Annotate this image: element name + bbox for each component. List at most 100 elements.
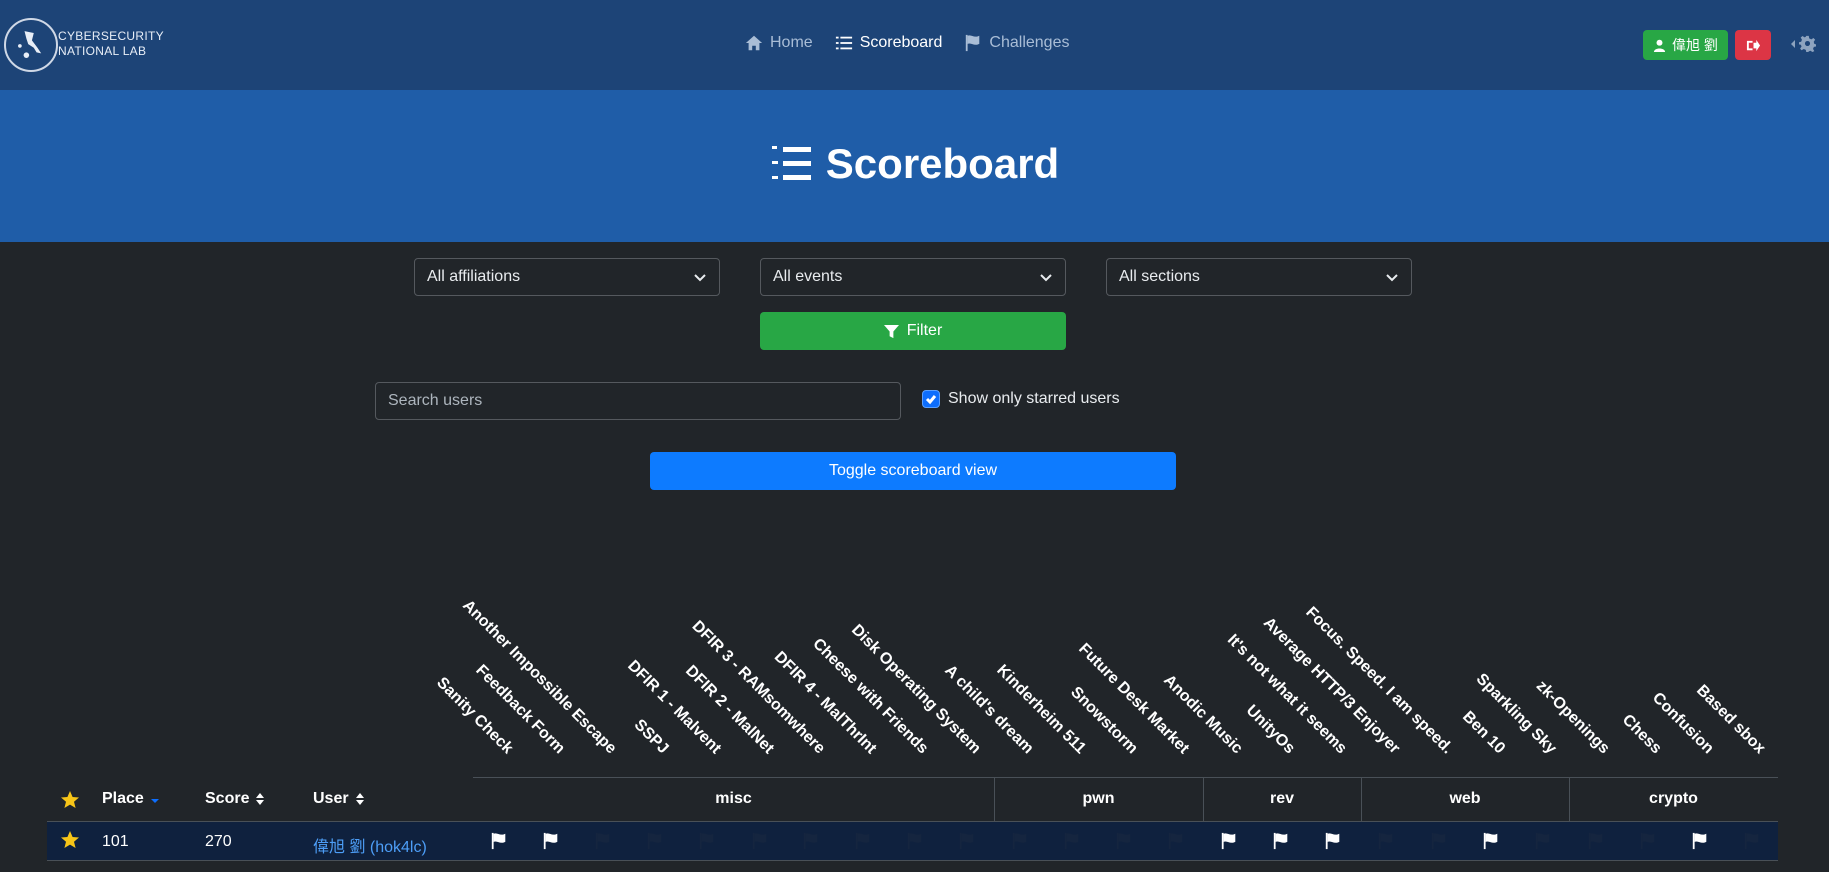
nav-home[interactable]: Home xyxy=(745,34,813,52)
place-header-label: Place xyxy=(102,790,144,807)
solved-flag-icon xyxy=(1691,832,1709,850)
unsolved-flag-icon xyxy=(958,832,976,850)
page-title: Scoreboard xyxy=(0,140,1829,188)
hero-banner: Scoreboard xyxy=(0,90,1829,242)
unsolved-flag-icon xyxy=(1430,832,1448,850)
category-crypto: crypto xyxy=(1649,790,1698,807)
unsolved-flag-icon xyxy=(1011,832,1029,850)
unsolved-flag-icon xyxy=(1587,832,1605,850)
nav-home-label: Home xyxy=(770,34,813,51)
challenge-header: SSPJ xyxy=(630,716,672,758)
check-icon xyxy=(925,395,937,405)
sort-icon xyxy=(256,793,265,805)
user-profile-button[interactable]: 偉旭 劉 xyxy=(1643,30,1728,60)
challenge-header: A child's dream xyxy=(941,661,1037,758)
settings-toggle[interactable] xyxy=(1790,35,1816,52)
search-users-input[interactable] xyxy=(375,382,901,420)
user-icon xyxy=(1653,39,1666,52)
page-title-text: Scoreboard xyxy=(825,140,1060,187)
lab-logo[interactable] xyxy=(4,18,58,72)
navbar: CYBERSECURITY NATIONAL LAB Home Scoreboa… xyxy=(0,0,1829,90)
sections-value: All sections xyxy=(1119,268,1200,285)
star-toggle-icon[interactable] xyxy=(60,830,80,850)
solved-flag-icon xyxy=(1324,832,1342,850)
star-header-icon xyxy=(60,790,80,810)
category-misc: misc xyxy=(715,790,752,807)
sign-out-icon xyxy=(1746,39,1760,51)
toggle-view-label: Toggle scoreboard view xyxy=(828,462,998,479)
main-nav: Home Scoreboard Challenges xyxy=(745,34,1069,52)
score-header[interactable]: Score xyxy=(205,790,265,808)
row-place: 101 xyxy=(102,833,129,850)
flag-icon xyxy=(966,34,980,52)
italy-map-icon xyxy=(18,31,42,58)
chevron-down-icon xyxy=(1040,274,1052,282)
home-icon xyxy=(745,35,763,51)
toggle-view-button[interactable]: Toggle scoreboard view xyxy=(650,452,1176,490)
challenge-header: Kinderheim 511 xyxy=(993,661,1090,758)
place-header[interactable]: Place xyxy=(102,790,160,808)
solved-flag-icon xyxy=(542,832,560,850)
unsolved-flag-icon xyxy=(854,832,872,850)
challenge-header: DFIR 2 - MalNet xyxy=(682,662,778,758)
unsolved-flag-icon xyxy=(802,832,820,850)
challenge-header: Chess xyxy=(1618,711,1665,758)
logo-line-2: NATIONAL LAB xyxy=(58,44,147,58)
starred-checkbox[interactable] xyxy=(922,390,940,408)
logo-text: CYBERSECURITY NATIONAL LAB xyxy=(58,29,164,59)
unsolved-flag-icon xyxy=(751,832,769,850)
sort-icon xyxy=(355,793,364,805)
list-ol-icon xyxy=(771,146,811,180)
unsolved-flag-icon xyxy=(1639,832,1657,850)
affiliations-select[interactable]: All affiliations xyxy=(414,258,720,296)
affiliations-value: All affiliations xyxy=(427,268,521,285)
unsolved-flag-icon xyxy=(1167,832,1185,850)
score-header-label: Score xyxy=(205,790,250,807)
solved-flag-icon xyxy=(1482,832,1500,850)
filter-button[interactable]: Filter xyxy=(760,312,1066,350)
chevron-down-icon xyxy=(694,274,706,282)
unsolved-flag-icon xyxy=(1063,832,1081,850)
user-header[interactable]: User xyxy=(313,790,365,808)
nav-challenges-label: Challenges xyxy=(989,34,1070,51)
nav-challenges[interactable]: Challenges xyxy=(964,34,1069,52)
logout-button[interactable] xyxy=(1735,30,1771,60)
unsolved-flag-icon xyxy=(698,832,716,850)
events-value: All events xyxy=(773,268,843,285)
starred-filter: Show only starred users xyxy=(922,390,1120,408)
user-header-label: User xyxy=(313,790,349,807)
category-pwn: pwn xyxy=(1082,790,1115,807)
starred-label: Show only starred users xyxy=(948,390,1120,407)
funnel-icon xyxy=(883,324,899,338)
chevron-down-icon xyxy=(1386,274,1398,282)
challenge-header: Feedback Form xyxy=(472,661,568,758)
solved-flag-icon xyxy=(1272,832,1290,850)
sort-down-icon xyxy=(150,799,159,803)
category-rev: rev xyxy=(1269,790,1295,807)
unsolved-flag-icon xyxy=(594,832,612,850)
list-icon xyxy=(835,36,852,50)
events-select[interactable]: All events xyxy=(760,258,1066,296)
category-web: web xyxy=(1449,790,1481,807)
row-bottom-rule xyxy=(47,860,1778,861)
gear-icon xyxy=(1799,35,1816,52)
caret-left-icon xyxy=(1791,39,1795,48)
nav-scoreboard-label: Scoreboard xyxy=(859,34,943,51)
nav-scoreboard[interactable]: Scoreboard xyxy=(835,34,943,52)
challenge-header: DFIR 1 - Malvent xyxy=(624,657,725,758)
unsolved-flag-icon xyxy=(1377,832,1395,850)
sections-select[interactable]: All sections xyxy=(1106,258,1412,296)
unsolved-flag-icon xyxy=(906,832,924,850)
filter-button-label: Filter xyxy=(906,322,943,339)
solved-flag-icon xyxy=(490,832,508,850)
unsolved-flag-icon xyxy=(1115,832,1133,850)
unsolved-flag-icon xyxy=(1743,832,1761,850)
row-score: 270 xyxy=(205,833,232,850)
unsolved-flag-icon xyxy=(1534,832,1552,850)
row-user-link[interactable]: 偉旭 劉 (hok4lc) xyxy=(313,833,427,857)
logo-line-1: CYBERSECURITY xyxy=(58,29,164,43)
header-top-rule xyxy=(473,777,1778,778)
unsolved-flag-icon xyxy=(646,832,664,850)
user-name: 偉旭 劉 xyxy=(1672,37,1718,53)
solved-flag-icon xyxy=(1220,832,1238,850)
